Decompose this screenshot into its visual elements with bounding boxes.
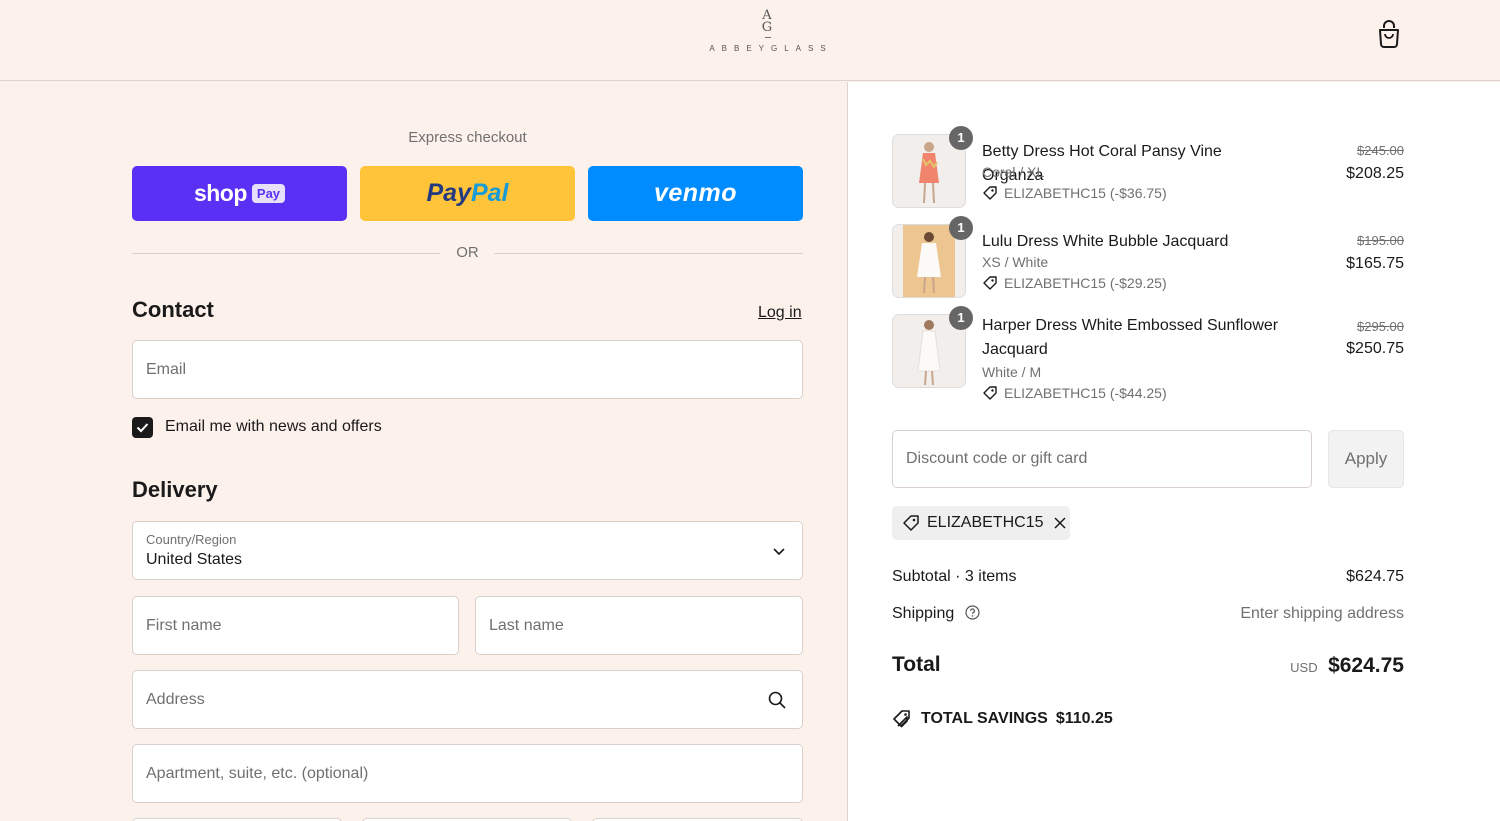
order-summary: 1 Betty Dress Hot Coral Pansy Vine Organ… [847,82,1500,821]
shipping-row: Shipping Enter shipping address [892,605,1404,625]
quantity-badge: 1 [949,216,973,240]
logo-monogram-bottom: G [761,20,774,35]
apply-discount-button[interactable]: Apply [1328,430,1404,488]
first-name-placeholder: First name [146,616,222,634]
paypal-logo: PayPal [426,179,509,207]
shipping-value: Enter shipping address [1240,605,1404,622]
checkmark-icon [136,422,149,432]
item-original-price: $245.00 [1357,143,1404,158]
or-divider: OR [132,242,803,264]
shop-pay-logo: shop [193,180,247,206]
paypal-button[interactable]: PayPal [360,166,575,221]
help-icon[interactable] [965,605,980,625]
search-icon[interactable] [767,690,787,715]
tag-icon [983,186,997,200]
total-label: Total [892,653,941,676]
brand-logo[interactable]: A G ABBEYGLASS [700,9,835,60]
shopping-bag-icon[interactable] [1374,18,1404,50]
cart-item: 1 Harper Dress White Embossed Sunflower … [892,306,1404,414]
shipping-label: Shipping [892,605,955,622]
savings-tag-icon [893,710,910,728]
cart-item: 1 Lulu Dress White Bubble Jacquard XS / … [892,216,1404,304]
divider-line-left [132,253,440,254]
item-variant: Coral / XL [982,164,1045,180]
chevron-down-icon [772,544,786,563]
email-placeholder: Email [146,360,187,378]
header: A G ABBEYGLASS [0,0,1500,81]
item-price: $250.75 [1346,340,1404,357]
item-name: Lulu Dress White Bubble Jacquard [982,233,1229,250]
country-label: Country/Region [146,532,237,547]
item-price: $208.25 [1346,165,1404,182]
or-label: OR [456,244,479,261]
contact-title: Contact [132,297,214,322]
item-name: Harper Dress White Embossed Sunflower Ja… [982,317,1279,358]
shop-pay-badge: Pay [251,184,286,203]
close-icon[interactable] [1053,516,1067,530]
quantity-badge: 1 [949,306,973,330]
item-original-price: $195.00 [1357,233,1404,248]
email-field[interactable]: Email [132,340,803,399]
country-select[interactable]: Country/Region United States [132,521,803,580]
product-image: 1 [892,216,973,298]
first-name-field[interactable]: First name [132,596,459,655]
shop-pay-button[interactable]: shop Pay [132,166,347,221]
cart-item: 1 Betty Dress Hot Coral Pansy Vine Organ… [892,126,1404,214]
venmo-logo: venmo [653,179,738,207]
item-variant: XS / White [982,254,1049,270]
newsletter-checkbox-row[interactable]: Email me with news and offers [132,416,382,438]
tag-icon [903,515,919,531]
address-placeholder: Address [146,690,205,708]
express-checkout-title: Express checkout [408,129,527,146]
delivery-title: Delivery [132,477,218,502]
venmo-button[interactable]: venmo [588,166,803,221]
savings-label: TOTAL SAVINGS [921,710,1048,727]
product-image: 1 [892,126,973,208]
item-variant: White / M [982,364,1042,380]
subtotal-label: Subtotal · 3 items [892,568,1017,585]
item-discount: ELIZABETHC15 (-$29.25) [982,275,1167,291]
total-value: $624.75 [1328,654,1404,677]
country-value: United States [146,551,243,568]
newsletter-label: Email me with news and offers [165,418,382,435]
applied-code-label: ELIZABETHC15 [927,514,1044,531]
item-original-price: $295.00 [1357,319,1404,334]
item-price: $165.75 [1346,255,1404,272]
subtotal-row: Subtotal · 3 items $624.75 [892,568,1404,586]
apartment-field[interactable]: Apartment, suite, etc. (optional) [132,744,803,803]
applied-code-tag: ELIZABETHC15 [892,506,1070,540]
savings-value: $110.25 [1055,710,1113,727]
product-image: 1 [892,306,973,388]
item-discount-label: ELIZABETHC15 (-$36.75) [1004,185,1167,201]
total-savings: TOTAL SAVINGS $110.25 [892,709,1113,729]
logo-wordmark: ABBEYGLASS [709,44,833,53]
total-row: Total USD $624.75 [892,653,1404,683]
logo-divider [764,37,771,38]
apartment-placeholder: Apartment, suite, etc. (optional) [146,764,369,782]
last-name-field[interactable]: Last name [475,596,803,655]
login-link[interactable]: Log in [758,304,802,322]
tag-icon [983,276,997,290]
total-currency: USD [1290,660,1318,675]
discount-code-input[interactable]: Discount code or gift card [892,430,1312,488]
item-discount-label: ELIZABETHC15 (-$29.25) [1004,275,1167,291]
last-name-placeholder: Last name [489,616,564,634]
discount-code-placeholder: Discount code or gift card [906,450,1088,467]
item-discount: ELIZABETHC15 (-$44.25) [982,385,1167,401]
address-field[interactable]: Address [132,670,803,729]
checkout-form: Express checkout shop Pay PayPal venmo O… [0,82,847,821]
newsletter-checkbox[interactable] [132,416,153,438]
tag-icon [983,386,997,400]
quantity-badge: 1 [949,126,973,150]
divider-line-right [494,253,803,254]
item-discount: ELIZABETHC15 (-$36.75) [982,185,1167,201]
subtotal-value: $624.75 [1346,568,1404,585]
item-discount-label: ELIZABETHC15 (-$44.25) [1004,385,1167,401]
